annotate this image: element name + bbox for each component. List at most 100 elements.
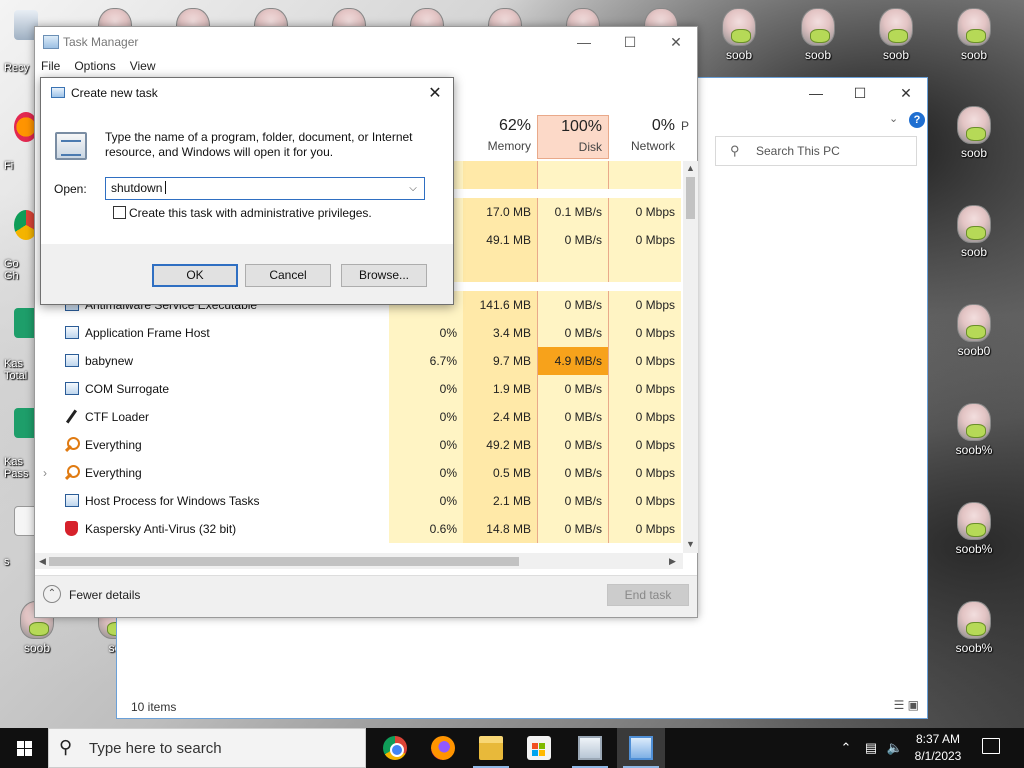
scroll-right-arrow-icon[interactable]: ▶ <box>669 553 676 569</box>
table-row[interactable]: › Everything 0% 0.5 MB 0 MB/s 0 Mbps <box>35 459 681 487</box>
taskbar-task-manager[interactable] <box>566 728 614 768</box>
process-name: CTF Loader <box>85 410 150 424</box>
end-task-button[interactable]: End task <box>607 584 689 606</box>
process-name: Everything <box>85 466 142 480</box>
open-command-input[interactable]: shutdown <box>105 177 425 200</box>
vertical-scrollbar[interactable]: ▲ ▼ <box>683 161 698 553</box>
table-row[interactable]: Host Process for Windows Tasks 0% 2.1 MB 0 … <box>35 487 681 515</box>
explorer-maximize-button[interactable]: ☐ <box>837 78 883 108</box>
process-name: Kaspersky Anti-Virus (32 bit) <box>85 522 237 536</box>
chevron-up-circle-icon[interactable]: ⌃ <box>43 585 61 603</box>
table-row[interactable]: CTF Loader 0% 2.4 MB 0 MB/s 0 Mbps <box>35 403 681 431</box>
desktop-icon-soob[interactable]: soob <box>942 205 1006 259</box>
explorer-close-button[interactable]: ✕ <box>883 78 929 108</box>
app-window-icon <box>65 382 79 395</box>
column-header-memory[interactable]: 62% Memory <box>463 115 537 159</box>
taskbar-store[interactable] <box>515 728 563 768</box>
fewer-details-link[interactable]: Fewer details <box>69 588 140 602</box>
table-row[interactable]: COM Surrogate 0% 1.9 MB 0 MB/s 0 Mbps <box>35 375 681 403</box>
explorer-search-input[interactable]: ⚲ Search This PC <box>715 136 917 166</box>
process-name: Application Frame Host <box>85 326 210 340</box>
desktop-icon-soob[interactable]: soob <box>786 8 850 62</box>
disk-percent: 100% <box>561 118 602 135</box>
taskbar-search-box[interactable]: ⚲ Type here to search <box>48 728 366 768</box>
desktop-icon-label: soob% <box>955 443 993 457</box>
scroll-left-arrow-icon[interactable]: ◀ <box>39 553 46 569</box>
taskbar-clock[interactable]: 8:37 AM 8/1/2023 <box>906 731 970 765</box>
table-row[interactable]: Kaspersky Anti-Virus (32 bit) 0.6% 14.8 MB… <box>35 515 681 543</box>
cell-network: 0 Mbps <box>609 515 681 543</box>
tm-close-button[interactable]: ✕ <box>653 27 699 57</box>
cell-memory: 3.4 MB <box>463 319 537 347</box>
cell-memory: 2.4 MB <box>463 403 537 431</box>
taskbar-search-placeholder: Type here to search <box>89 740 222 757</box>
dialog-close-button[interactable]: ✕ <box>421 82 449 106</box>
table-row[interactable]: Everything 0% 49.2 MB 0 MB/s 0 Mbps <box>35 431 681 459</box>
column-header-disk[interactable]: 100% Disk <box>537 115 609 159</box>
desktop-icon-soob0[interactable]: soob0 <box>942 304 1006 358</box>
menu-view[interactable]: View <box>130 59 156 73</box>
clock-time: 8:37 AM <box>915 732 961 746</box>
soob-face-icon <box>957 502 991 540</box>
vertical-scroll-thumb[interactable] <box>686 177 695 219</box>
browse-button[interactable]: Browse... <box>341 264 427 287</box>
process-name: Host Process for Windows Tasks <box>85 494 260 508</box>
chrome-icon <box>383 736 407 760</box>
desktop-icon-soob-percent[interactable]: soob% <box>942 502 1006 556</box>
taskbar-firefox[interactable] <box>419 728 467 768</box>
soob-face-icon <box>957 403 991 441</box>
cell-network: 0 Mbps <box>609 198 681 226</box>
table-row[interactable]: babynew 6.7% 9.7 MB 4.9 MB/s 0 Mbps <box>35 347 681 375</box>
desktop-icon-soob[interactable]: soob <box>707 8 771 62</box>
ok-button[interactable]: OK <box>152 264 238 287</box>
cell-disk: 0 MB/s <box>537 515 609 543</box>
chevron-down-icon[interactable]: ⌵ <box>403 178 423 199</box>
cell-disk: 0 MB/s <box>537 291 609 319</box>
admin-privileges-label[interactable]: Create this task with administrative pri… <box>129 206 372 220</box>
desktop-icon-label: soob0 <box>957 344 991 358</box>
cancel-button[interactable]: Cancel <box>245 264 331 287</box>
explorer-search-placeholder: Search This PC <box>756 144 840 158</box>
taskbar-run[interactable] <box>617 728 665 768</box>
tm-minimize-button[interactable]: — <box>561 27 607 57</box>
menu-options[interactable]: Options <box>74 59 115 73</box>
start-button[interactable] <box>0 728 48 768</box>
cell-network: 0 Mbps <box>609 431 681 459</box>
explorer-minimize-button[interactable]: — <box>793 78 839 108</box>
cell-network: 0 Mbps <box>609 459 681 487</box>
open-label: Open: <box>54 182 87 196</box>
process-name: babynew <box>85 354 134 368</box>
taskbar-file-explorer[interactable] <box>467 728 515 768</box>
desktop-icon-soob-percent[interactable]: soob% <box>942 601 1006 655</box>
column-header-network[interactable]: 0% Network <box>609 115 681 159</box>
desktop-icon-soob-percent[interactable]: soob% <box>942 403 1006 457</box>
cell-network: 0 Mbps <box>609 375 681 403</box>
menu-file[interactable]: File <box>41 59 60 73</box>
file-explorer-icon <box>479 736 503 760</box>
help-icon[interactable]: ? <box>909 112 925 128</box>
notification-center-icon[interactable] <box>982 738 1000 754</box>
horizontal-scroll-thumb[interactable] <box>49 557 519 566</box>
desktop-icon-soob[interactable]: soob <box>942 8 1006 62</box>
cell-memory: 0.5 MB <box>463 459 537 487</box>
tm-maximize-button[interactable]: ☐ <box>607 27 653 57</box>
desktop-icon-soob[interactable]: soob <box>864 8 928 62</box>
admin-privileges-checkbox[interactable] <box>113 206 126 219</box>
scroll-up-arrow-icon[interactable]: ▲ <box>683 163 698 173</box>
taskbar-chrome[interactable] <box>371 728 419 768</box>
tm-footer: ⌃ Fewer details End task <box>35 575 697 617</box>
view-toggle-icons[interactable]: ☰ ▣ <box>894 698 919 712</box>
desktop-icon-label: soob <box>882 48 910 62</box>
network-icon[interactable]: ▤ <box>860 728 882 768</box>
desktop-icon-label: soob <box>960 146 988 160</box>
volume-icon[interactable]: 🔈 <box>884 728 906 768</box>
show-hidden-icons-chevron-icon[interactable]: ⌃ <box>836 728 856 768</box>
horizontal-scrollbar[interactable]: ◀ ▶ <box>35 553 683 569</box>
soob-face-icon <box>722 8 756 46</box>
scroll-down-arrow-icon[interactable]: ▼ <box>683 539 698 549</box>
desktop-icon-soob[interactable]: soob <box>942 106 1006 160</box>
ribbon-expand-chevron-icon[interactable]: ⌄ <box>889 112 898 125</box>
expand-chevron-icon[interactable]: › <box>43 459 47 487</box>
column-header-power[interactable]: P <box>681 115 697 159</box>
table-row[interactable]: Application Frame Host 0% 3.4 MB 0 MB/s 0 Mb… <box>35 319 681 347</box>
